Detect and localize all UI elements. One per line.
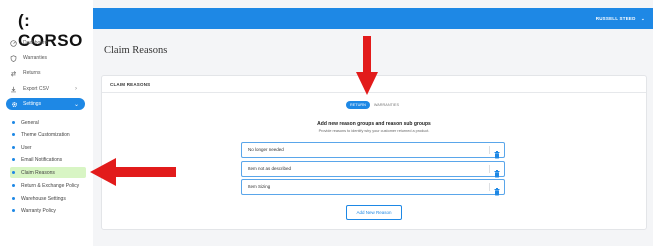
bullet-icon	[12, 121, 15, 124]
section-heading: Add new reason groups and reason sub gro…	[317, 121, 431, 127]
returns-icon	[10, 70, 17, 77]
sidebar-item-label: Settings	[23, 101, 42, 107]
shield-icon	[10, 54, 17, 62]
chevron-down-icon: ⌄	[74, 101, 80, 108]
sidebar-subitem-label: Warranty Policy	[21, 207, 56, 214]
page-title: Claim Reasons	[104, 45, 168, 56]
divider	[489, 165, 490, 173]
claim-reasons-card: CLAIM REASONS RETURN WARRANTIES Add new …	[101, 75, 647, 230]
sidebar-subitem-email-notifications[interactable]: Email Notifications	[10, 154, 86, 165]
sidebar-item-export-csv[interactable]: Export CSV ›	[10, 83, 77, 95]
user-menu[interactable]: RUSSELL STEED ⌄	[596, 16, 645, 22]
sidebar-item-label: Returns	[23, 70, 41, 76]
bullet-icon	[12, 158, 15, 161]
sidebar: (:CORSO Dashboard Warranties Returns Exp…	[0, 0, 93, 246]
annotation-arrow-down	[356, 36, 378, 95]
sidebar-subitem-general[interactable]: General	[10, 117, 86, 128]
sidebar-subitem-theme-customization[interactable]: Theme Customization	[10, 129, 86, 140]
section-subheading: Provide reasons to identify why your cus…	[318, 129, 430, 133]
reason-item-no-longer-needed[interactable]: No longer needed	[241, 142, 505, 159]
bullet-icon	[12, 209, 15, 212]
sidebar-subitem-label: Claim Reasons	[21, 169, 55, 176]
download-icon	[10, 86, 17, 93]
annotation-arrow-left	[90, 158, 176, 186]
reason-label: Item not as described	[248, 166, 292, 171]
sidebar-subitem-label: Return & Exchange Policy	[21, 182, 80, 189]
bullet-icon	[12, 133, 15, 136]
sidebar-subitem-user[interactable]: User	[10, 142, 86, 153]
bullet-icon	[12, 197, 15, 200]
sidebar-subitem-label: Theme Customization	[21, 131, 70, 138]
tab-return[interactable]: RETURN	[346, 100, 370, 109]
reason-item-sizing[interactable]: Item Sizing	[241, 179, 505, 196]
top-bar: RUSSELL STEED ⌄	[93, 8, 653, 29]
sidebar-item-warranties[interactable]: Warranties	[10, 52, 47, 64]
sidebar-subitem-warranty-policy[interactable]: Warranty Policy	[10, 205, 86, 216]
sidebar-item-label: Export CSV	[23, 86, 50, 92]
sidebar-subitem-claim-reasons[interactable]: Claim Reasons	[10, 167, 86, 178]
reason-label: Item Sizing	[248, 184, 271, 189]
bullet-icon	[12, 171, 15, 174]
sidebar-subitem-label: Email Notifications	[21, 156, 63, 163]
sidebar-subitem-warehouse-settings[interactable]: Warehouse Settings	[10, 193, 86, 204]
chevron-right-icon: ›	[75, 86, 77, 92]
card-header-title: CLAIM REASONS	[110, 82, 151, 87]
dashboard-icon	[10, 39, 17, 47]
bullet-icon	[12, 184, 15, 187]
sidebar-subitem-return-exchange-policy[interactable]: Return & Exchange Policy	[10, 180, 86, 191]
sidebar-item-returns[interactable]: Returns	[10, 67, 41, 79]
reason-type-tabs: RETURN WARRANTIES	[346, 100, 403, 109]
sidebar-subitem-label: General	[21, 119, 39, 126]
sidebar-subitem-label: User	[21, 144, 32, 151]
user-name: RUSSELL STEED	[595, 16, 636, 21]
reason-label: No longer needed	[248, 147, 284, 152]
divider	[489, 146, 490, 154]
bullet-icon	[12, 146, 15, 149]
corso-logo-mark-icon: (:	[18, 11, 31, 30]
trash-icon[interactable]	[494, 146, 500, 159]
sidebar-item-label: Warranties	[23, 55, 47, 61]
gear-icon	[11, 101, 18, 108]
sidebar-item-dashboard[interactable]: Dashboard	[10, 37, 47, 49]
divider	[489, 183, 490, 191]
reason-item-not-as-described[interactable]: Item not as described	[241, 161, 505, 178]
trash-icon[interactable]	[494, 165, 500, 178]
add-new-reason-button[interactable]: Add New Reason	[346, 205, 402, 220]
trash-icon[interactable]	[494, 183, 500, 196]
sidebar-subitem-label: Warehouse Settings	[21, 195, 66, 202]
chevron-down-icon: ⌄	[641, 16, 645, 21]
sidebar-item-label: Dashboard	[23, 40, 48, 46]
sidebar-item-settings[interactable]: Settings ⌄	[6, 98, 85, 110]
tab-warranties[interactable]: WARRANTIES	[370, 101, 403, 109]
